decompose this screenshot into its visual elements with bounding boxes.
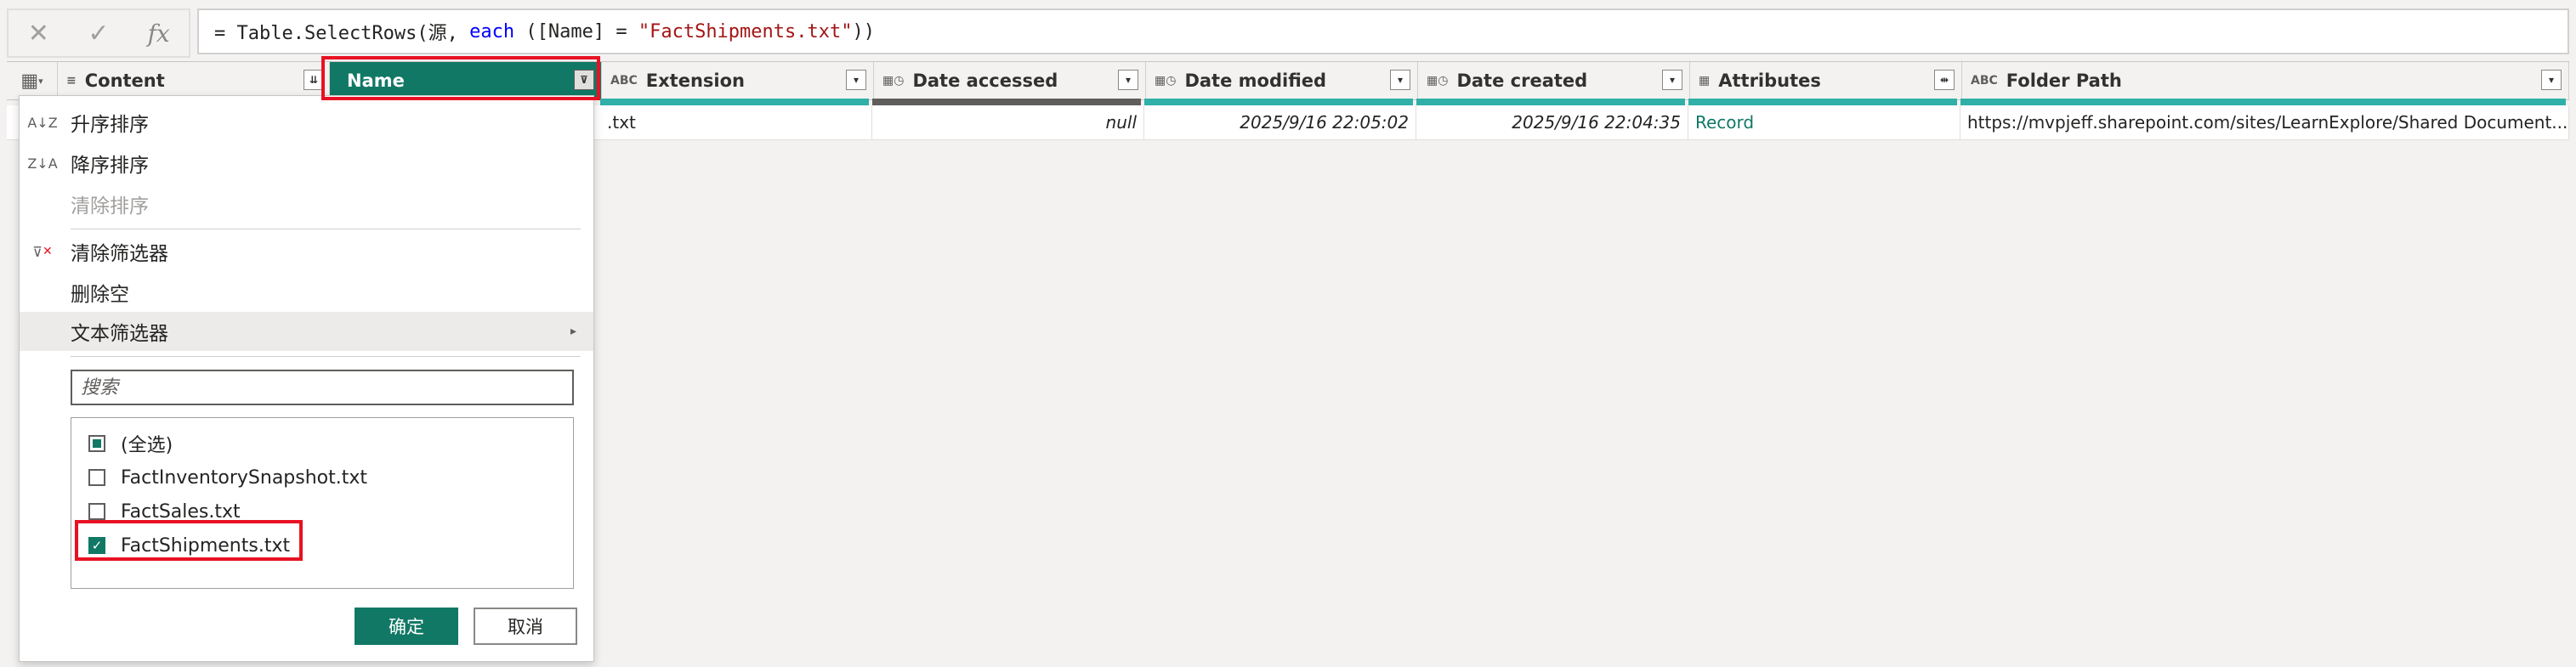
column-header-folder-path[interactable]: ABC Folder Path ▾ (1962, 62, 2569, 99)
list-item[interactable]: FactInventorySnapshot.txt (71, 461, 573, 495)
quality-bar-date-accessed (872, 99, 1141, 105)
sort-ascending-icon: A↓Z (27, 114, 58, 131)
menu-item-sort-ascending[interactable]: A↓Z 升序排序 (20, 103, 593, 142)
formula-string: "FactShipments.txt" (638, 20, 853, 42)
expand-record-icon[interactable]: ⇹ (1934, 70, 1955, 90)
menu-label: 清除排序 (71, 195, 149, 218)
formula-suffix: )) (852, 20, 876, 42)
column-header-date-modified[interactable]: ▦◷ Date modified ▾ (1146, 62, 1418, 99)
list-item[interactable]: ✓ FactShipments.txt (71, 529, 573, 562)
menu-label: 降序排序 (71, 155, 149, 177)
filter-icon[interactable]: ⊽ (574, 70, 594, 90)
datetime-type-icon: ▦◷ (1155, 74, 1177, 88)
list-item-select-all[interactable]: (全选) (71, 427, 573, 461)
cell-date-accessed[interactable]: null (872, 105, 1144, 139)
cancel-button[interactable]: 取消 (474, 608, 577, 645)
record-type-icon: ▦ (1699, 74, 1711, 88)
expand-binary-icon[interactable]: ⇊ (304, 70, 324, 90)
column-header-attributes[interactable]: ▦ Attributes ⇹ (1690, 62, 1962, 99)
column-header-date-accessed[interactable]: ▦◷ Date accessed ▾ (874, 62, 1146, 99)
chevron-down-icon[interactable]: ▾ (1390, 70, 1410, 90)
chevron-down-icon[interactable]: ▾ (1662, 70, 1682, 90)
menu-item-sort-descending[interactable]: Z↓A 降序排序 (20, 144, 593, 183)
chevron-down-icon[interactable]: ▾ (1118, 70, 1138, 90)
text-type-icon: ABC (610, 74, 638, 88)
menu-label: 升序排序 (71, 114, 149, 136)
ok-button[interactable]: 确定 (355, 608, 458, 645)
formula-keyword: each (469, 20, 515, 42)
chevron-down-icon[interactable]: ▾ (846, 70, 866, 90)
menu-label: 删除空 (71, 284, 129, 306)
formula-input[interactable]: = Table.SelectRows(源, each ([Name] = "Fa… (197, 8, 2569, 54)
cell-extension[interactable]: .txt (600, 105, 872, 139)
menu-divider (71, 356, 581, 357)
list-item[interactable]: FactSales.txt (71, 495, 573, 529)
fx-icon[interactable]: fx (133, 20, 184, 48)
sort-descending-icon: Z↓A (27, 155, 58, 172)
clear-filter-icon: ⊽ ✕ (32, 243, 53, 260)
quality-bar-date-created (1416, 99, 1685, 105)
column-header-name[interactable]: Name ⊽ (330, 62, 602, 99)
quality-bar-folder-path (1960, 99, 2566, 105)
cell-folder-path[interactable]: https://mvpjeff.sharepoint.com/sites/Lea… (1960, 105, 2569, 139)
menu-item-remove-empty[interactable]: 删除空 (20, 273, 593, 312)
search-input[interactable] (72, 371, 572, 404)
cell-date-created[interactable]: 2025/9/16 22:04:35 (1416, 105, 1688, 139)
chevron-down-icon[interactable]: ▾ (2541, 70, 2562, 90)
column-header-extension[interactable]: ABC Extension ▾ (602, 62, 874, 99)
filter-values-list: (全选) FactInventorySnapshot.txt FactSales… (71, 417, 574, 589)
column-header-date-created[interactable]: ▦◷ Date created ▾ (1418, 62, 1690, 99)
cell-date-modified[interactable]: 2025/9/16 22:05:02 (1144, 105, 1416, 139)
search-field[interactable] (71, 370, 574, 405)
commit-icon[interactable]: ✓ (73, 19, 124, 48)
checkbox[interactable] (88, 469, 105, 486)
column-label-attributes: Attributes (1718, 71, 1821, 91)
column-header-content[interactable]: ≡ Content ⇊ (58, 62, 330, 99)
submenu-arrow-icon: ▸ (570, 325, 576, 338)
formula-prefix: = Table.SelectRows(源, (214, 23, 470, 44)
column-label-content: Content (84, 71, 165, 91)
column-label-extension: Extension (645, 71, 745, 91)
column-label-name: Name (347, 71, 405, 91)
menu-label: 清除筛选器 (71, 243, 168, 265)
list-item-label: FactInventorySnapshot.txt (121, 466, 368, 489)
table-icon: ▦ (20, 70, 39, 92)
datetime-type-icon: ▦◷ (1427, 74, 1449, 88)
quality-bar-date-modified (1144, 99, 1413, 105)
formula-controls: ✕ ✓ fx (7, 8, 190, 58)
column-label-date-created: Date created (1456, 71, 1588, 91)
checkbox-checked[interactable]: ✓ (88, 537, 105, 554)
column-label-date-modified: Date modified (1184, 71, 1327, 91)
menu-item-clear-sort: 清除排序 (20, 184, 593, 223)
list-item-label: FactShipments.txt (121, 534, 291, 557)
chevron-down-icon: ▾ (38, 75, 43, 87)
quality-bar-extension (600, 99, 869, 105)
list-item-label: (全选) (121, 435, 173, 456)
checkbox[interactable] (88, 503, 105, 520)
binary-type-icon: ≡ (66, 74, 77, 88)
formula-middle: ([Name] = (514, 20, 638, 42)
checkbox-partial[interactable] (88, 435, 105, 452)
menu-item-clear-filter[interactable]: ⊽ ✕ 清除筛选器 (20, 232, 593, 271)
quality-bar-attributes (1688, 99, 1957, 105)
menu-item-text-filters[interactable]: 文本筛选器 ▸ (20, 312, 593, 351)
text-type-icon: ABC (1971, 74, 1998, 88)
menu-label: 文本筛选器 (71, 323, 168, 345)
datetime-type-icon: ▦◷ (882, 74, 905, 88)
column-filter-menu: A↓Z 升序排序 Z↓A 降序排序 清除排序 ⊽ ✕ 清除筛选器 删除空 文本筛选… (19, 95, 594, 662)
list-item-label: FactSales.txt (121, 500, 241, 523)
column-label-date-accessed: Date accessed (912, 71, 1058, 91)
cancel-icon[interactable]: ✕ (13, 19, 64, 48)
table-menu-button[interactable]: ▦ ▾ (7, 62, 58, 99)
column-label-folder-path: Folder Path (2006, 71, 2122, 91)
cell-attributes-record-link[interactable]: Record (1688, 105, 1960, 139)
